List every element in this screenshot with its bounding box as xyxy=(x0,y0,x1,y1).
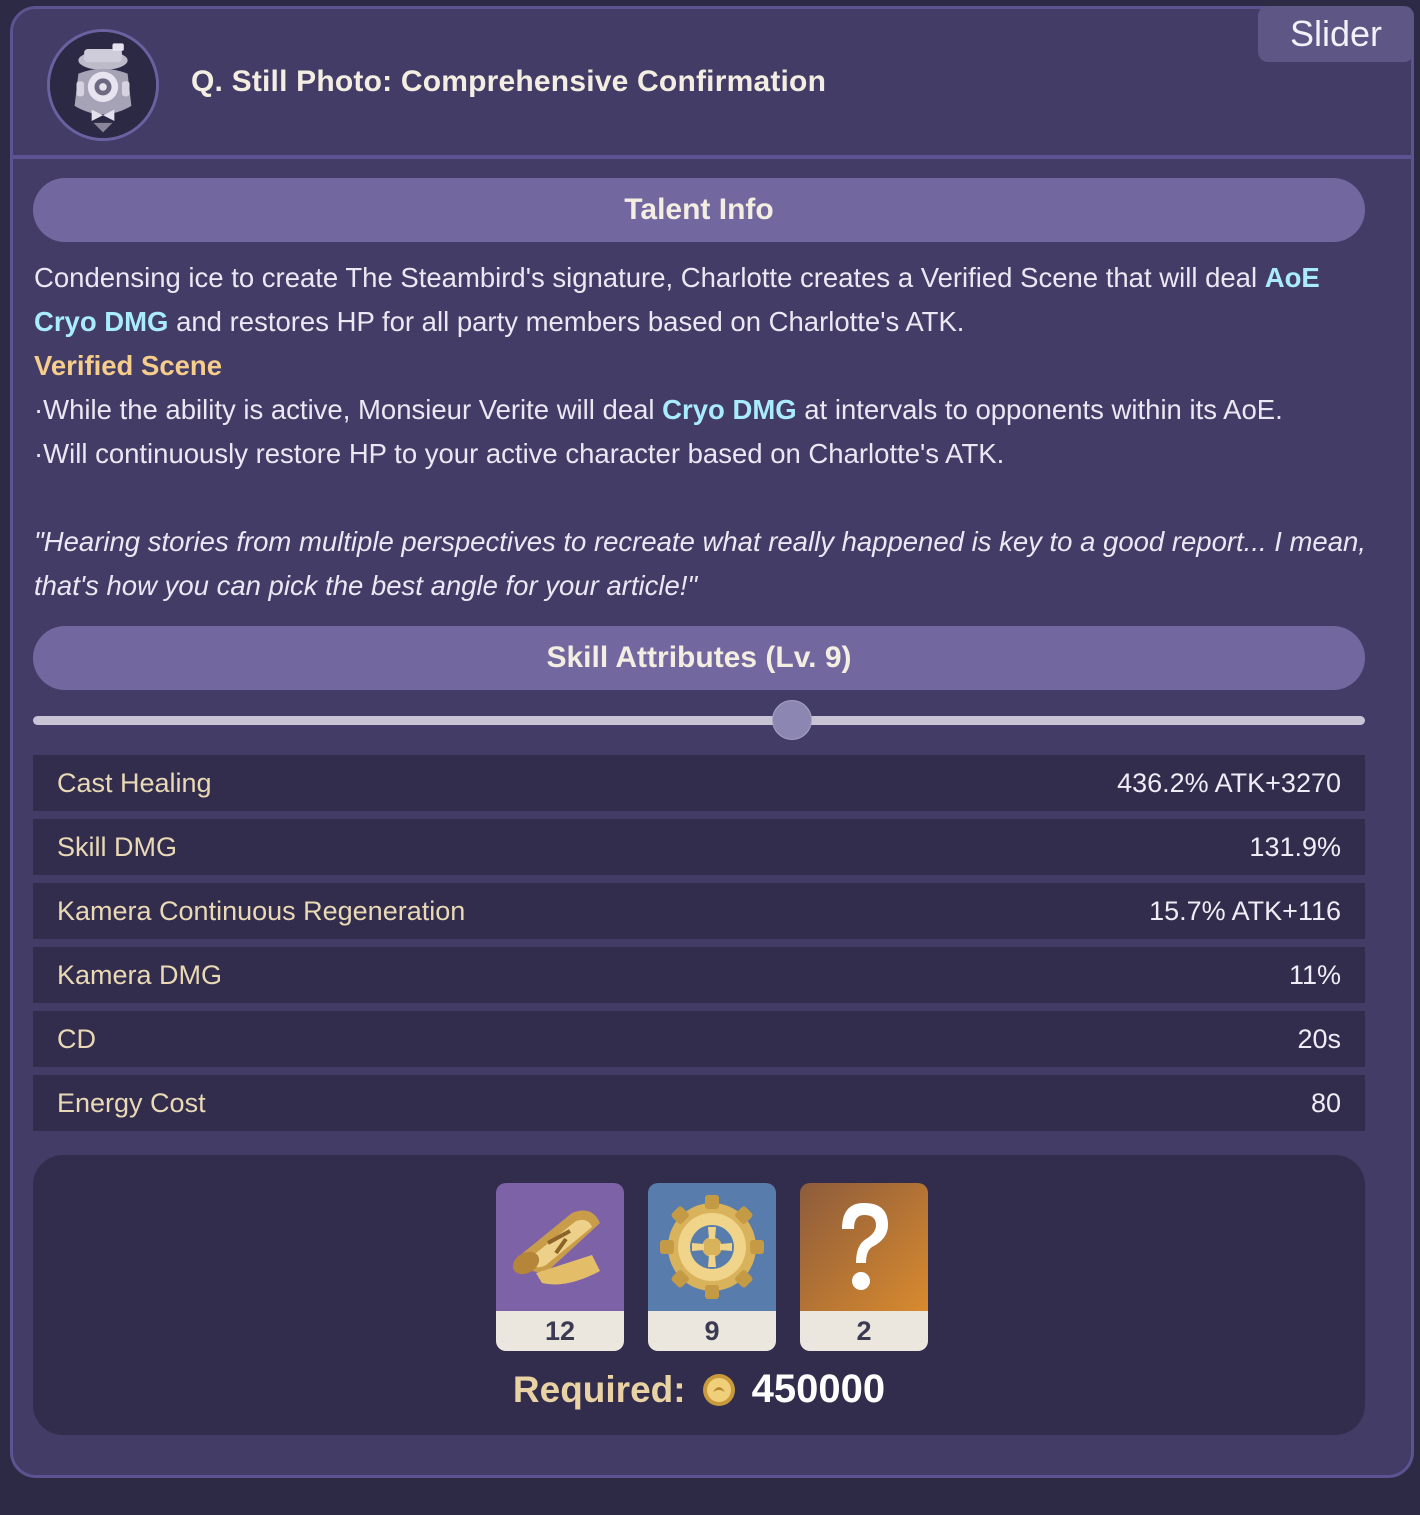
attribute-label: CD xyxy=(57,1023,96,1054)
talent-avatar xyxy=(47,29,159,141)
attribute-value: 80 xyxy=(1310,1087,1341,1118)
desc-text: at intervals to opponents within its AoE… xyxy=(796,394,1283,425)
attribute-value: 11% xyxy=(1288,959,1341,990)
desc-text: Condensing ice to create The Steambird's… xyxy=(34,262,1265,293)
skill-attribute-table: Cast Healing 436.2% ATK+3270 Skill DMG 131.… xyxy=(33,755,1365,1139)
attribute-row: Cast Healing 436.2% ATK+3270 xyxy=(33,755,1365,811)
required-amount: 450000 xyxy=(751,1367,886,1411)
talent-bullet: ·Will continuously restore HP to your ac… xyxy=(34,438,1005,469)
desc-text: and restores HP for all party members ba… xyxy=(168,306,965,337)
material-count: 2 xyxy=(800,1311,928,1351)
cryo-keyword: Cryo DMG xyxy=(662,394,797,425)
talent-description: Condensing ice to create The Steambird's… xyxy=(34,256,1374,608)
attribute-row: CD 20s xyxy=(33,1011,1365,1067)
attribute-value: 436.2% ATK+3270 xyxy=(1117,767,1341,798)
attribute-row: Energy Cost 80 xyxy=(33,1075,1365,1131)
skill-attributes-heading: Skill Attributes (Lv. 9) xyxy=(33,626,1365,690)
attribute-row: Kamera Continuous Regeneration 15.7% ATK+… xyxy=(33,883,1365,939)
attribute-value: 131.9% xyxy=(1249,831,1341,862)
attribute-row: Skill DMG 131.9% xyxy=(33,819,1365,875)
attribute-label: Kamera DMG xyxy=(57,959,223,990)
material-item[interactable]: 12 xyxy=(496,1183,624,1351)
mora-coin-icon xyxy=(702,1373,735,1406)
attribute-label: Cast Healing xyxy=(57,767,212,798)
attribute-label: Energy Cost xyxy=(57,1087,206,1118)
attribute-label: Kamera Continuous Regeneration xyxy=(57,895,466,926)
attribute-row: Kamera DMG 11% xyxy=(33,947,1365,1003)
talent-bullet: ·While the ability is active, Monsieur V… xyxy=(34,388,1374,432)
level-slider-knob[interactable] xyxy=(772,700,813,740)
attribute-value: 15.7% ATK+116 xyxy=(1149,895,1341,926)
talent-title: Q. Still Photo: Comprehensive Confirmati… xyxy=(191,65,827,98)
level-slider-track[interactable] xyxy=(33,716,1365,725)
required-mora: Required: 450000 xyxy=(33,1367,1365,1412)
talent-quote: "Hearing stories from multiple perspecti… xyxy=(34,526,1366,601)
required-label: Required: xyxy=(512,1368,686,1410)
desc-text: ·While the ability is active, Monsieur V… xyxy=(34,394,663,425)
slider-tag: Slider xyxy=(1258,6,1414,62)
verified-scene-heading: Verified Scene xyxy=(34,350,223,381)
camera-kamera-icon xyxy=(50,32,156,138)
talent-book-icon xyxy=(496,1183,624,1311)
talent-desc-paragraph: Condensing ice to create The Steambird's… xyxy=(34,256,1374,344)
material-count: 12 xyxy=(496,1311,624,1351)
talent-header: Q. Still Photo: Comprehensive Confirmati… xyxy=(13,9,1411,159)
material-count: 9 xyxy=(648,1311,776,1351)
attribute-label: Skill DMG xyxy=(57,831,177,862)
material-item[interactable]: 2 xyxy=(800,1183,928,1351)
talent-info-heading: Talent Info xyxy=(33,178,1365,242)
material-item[interactable]: 9 xyxy=(648,1183,776,1351)
upgrade-cost-panel: 12 9 2 Required: 450000 xyxy=(33,1155,1365,1435)
gear-icon xyxy=(648,1183,776,1311)
question-mark-icon xyxy=(800,1183,928,1311)
attribute-value: 20s xyxy=(1297,1023,1341,1054)
